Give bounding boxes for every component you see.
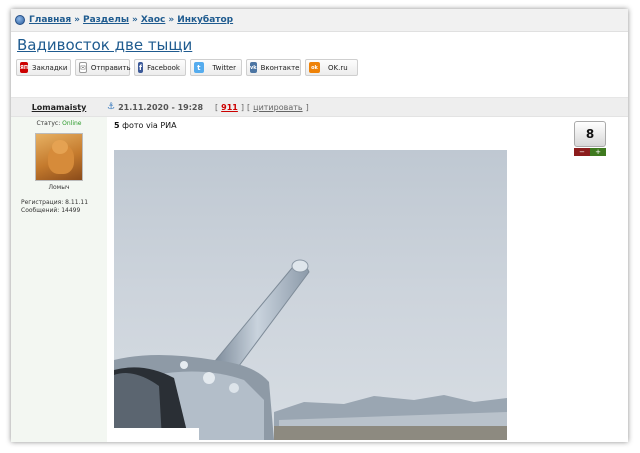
share-email-button[interactable]: ✉ Отправить	[75, 59, 131, 76]
share-email-label: Отправить	[90, 63, 131, 72]
user-messages: Сообщений: 14499	[21, 207, 81, 214]
breadcrumb-incubator[interactable]: Инкубатор	[177, 15, 233, 25]
title-row: Вадивосток две тыщи	[11, 32, 628, 57]
yandex-bookmarks-icon: ЯП	[20, 62, 29, 73]
share-ok-button[interactable]: ok OK.ru	[305, 59, 358, 76]
breadcrumb: Главная » Разделы » Хаос » Инкубатор	[11, 9, 628, 32]
user-stats: Регистрация: 8.11.11 Сообщений: 14499	[11, 199, 107, 215]
bracket-close: ]	[240, 102, 244, 112]
bracket-open: [	[215, 102, 219, 112]
status-value: Online	[62, 120, 82, 127]
breadcrumb-home[interactable]: Главная	[29, 15, 71, 25]
status-label: Статус:	[36, 120, 61, 127]
breadcrumb-separator: »	[74, 15, 80, 25]
post-photo[interactable]	[114, 150, 507, 440]
breadcrumb-sections[interactable]: Разделы	[83, 15, 129, 25]
post-body: Статус: Online Ломыч Регистрация: 8.11.1…	[11, 117, 628, 442]
breadcrumb-chaos[interactable]: Хаос	[141, 15, 166, 25]
avatar-caption: Ломыч	[48, 184, 70, 191]
post-text: 5 фото via РИА	[114, 121, 628, 130]
page-title[interactable]: Вадивосток две тыщи	[17, 36, 192, 54]
post-content: 5 фото via РИА 8 − +	[107, 117, 628, 442]
share-facebook-button[interactable]: f Facebook	[134, 59, 186, 76]
share-vk-button[interactable]: vk Вконтакте	[246, 59, 301, 76]
globe-icon	[15, 15, 25, 25]
twitter-icon: t	[194, 62, 204, 73]
rating-value: 8	[574, 121, 606, 147]
separator	[11, 78, 628, 98]
page-frame: Главная » Разделы » Хаос » Инкубатор Вад…	[11, 9, 628, 442]
post-date: 21.11.2020 - 19:28	[118, 102, 204, 112]
vote-down-button[interactable]: −	[574, 148, 590, 156]
user-status: Статус: Online	[11, 120, 107, 127]
avatar-face	[52, 140, 68, 154]
share-bookmarks-button[interactable]: ЯП Закладки	[16, 59, 71, 76]
post-text-body: фото via РИА	[119, 121, 177, 130]
bracket-close: ]	[305, 102, 309, 112]
breadcrumb-separator: »	[168, 15, 175, 25]
envelope-icon: ✉	[79, 62, 87, 73]
user-sidebar: Статус: Online Ломыч Регистрация: 8.11.1…	[11, 117, 107, 442]
post-author-link[interactable]: Lomamaisty	[32, 103, 87, 112]
user-registration: Регистрация: 8.11.11	[21, 199, 89, 206]
post-author-cell: Lomamaisty	[11, 103, 107, 112]
share-toolbar: ЯП Закладки ✉ Отправить f Facebook t Twi…	[11, 57, 628, 78]
anchor-icon[interactable]: ⚓	[107, 102, 115, 112]
breadcrumb-separator: »	[132, 15, 138, 25]
rating-buttons: − +	[574, 148, 606, 156]
share-twitter-label: Twitter	[212, 63, 236, 72]
share-twitter-button[interactable]: t Twitter	[190, 59, 242, 76]
vote-up-button[interactable]: +	[590, 148, 606, 156]
facebook-icon: f	[138, 62, 144, 73]
quote-link[interactable]: цитировать	[253, 103, 302, 112]
share-ok-label: OK.ru	[328, 63, 348, 72]
post-meta: ⚓ 21.11.2020 - 19:28 [ 911 ] [ цитироват…	[107, 102, 309, 112]
rating-widget: 8 − +	[574, 121, 606, 156]
post-number-link[interactable]: 911	[221, 103, 238, 112]
share-vk-label: Вконтакте	[260, 63, 300, 72]
vk-icon: vk	[250, 62, 257, 73]
odnoklassniki-icon: ok	[309, 62, 320, 73]
share-bookmarks-label: Закладки	[32, 63, 68, 72]
frozen-cannon-photo	[114, 150, 507, 440]
avatar[interactable]	[35, 133, 83, 181]
bracket-open: [	[247, 102, 251, 112]
post-header: Lomamaisty ⚓ 21.11.2020 - 19:28 [ 911 ] …	[11, 98, 628, 117]
share-facebook-label: Facebook	[147, 63, 180, 72]
